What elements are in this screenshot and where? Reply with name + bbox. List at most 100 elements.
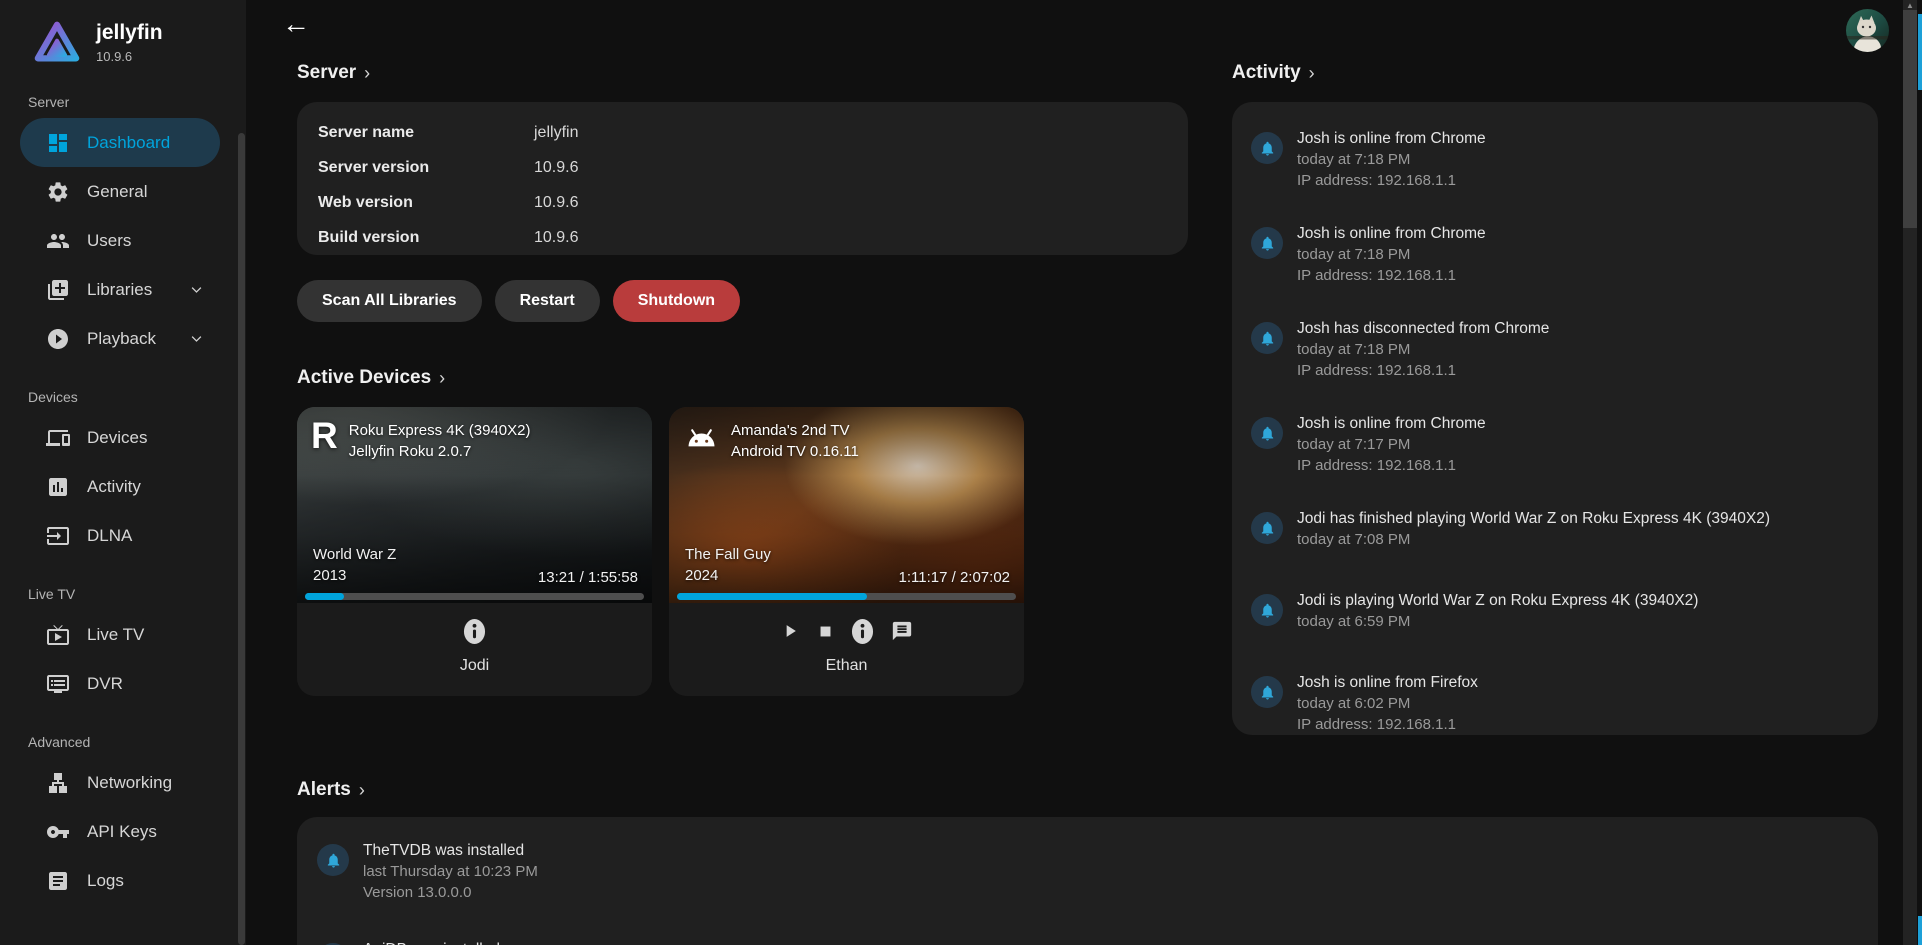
sidebar-item-label: Activity <box>87 477 141 497</box>
activity-ip: IP address: 192.168.1.1 <box>1297 170 1486 191</box>
bell-icon <box>1251 227 1283 259</box>
active-devices-heading[interactable]: Active Devices › <box>297 367 445 389</box>
main-content: ← Server › Server name jellyfin Server v… <box>246 0 1922 945</box>
device-card-footer: Jodi <box>297 603 652 696</box>
playback-time: 13:21 / 1:55:58 <box>538 569 638 586</box>
row-label: Server name <box>318 124 534 142</box>
sidebar-item-label: Libraries <box>87 280 152 300</box>
activity-item: Josh is online from Chrome today at 7:17… <box>1251 413 1878 476</box>
bell-icon <box>1251 512 1283 544</box>
sidebar-item-networking[interactable]: Networking <box>20 758 220 807</box>
sidebar-item-dvr[interactable]: DVR <box>20 659 220 708</box>
chevron-right-icon: › <box>439 368 445 389</box>
play-icon[interactable] <box>780 621 800 641</box>
info-icon[interactable] <box>463 618 486 645</box>
activity-heading[interactable]: Activity › <box>1232 62 1315 84</box>
sidebar-nav: Devices Activity DLNA <box>20 413 220 560</box>
alert-item: TheTVDB was installed last Thursday at 1… <box>317 840 1878 903</box>
now-playing-artwork: R Roku Express 4K (3940X2) Jellyfin Roku… <box>297 407 652 603</box>
sidebar-item-logs[interactable]: Logs <box>20 856 220 905</box>
api-keys-icon <box>46 820 70 844</box>
bell-icon <box>1251 322 1283 354</box>
activity-ip: IP address: 192.168.1.1 <box>1297 455 1486 476</box>
sidebar-item-label: General <box>87 182 147 202</box>
sidebar-item-general[interactable]: General <box>20 167 220 216</box>
sidebar-nav: Live TV DVR <box>20 610 220 708</box>
bell-icon <box>317 844 349 876</box>
activity-ip: IP address: 192.168.1.1 <box>1297 714 1478 735</box>
restart-button[interactable]: Restart <box>495 280 600 322</box>
alerts-heading[interactable]: Alerts › <box>297 779 365 801</box>
row-value: jellyfin <box>534 124 578 142</box>
sidebar-nav: Networking API Keys Logs <box>20 758 220 905</box>
sidebar-item-devices[interactable]: Devices <box>20 413 220 462</box>
arrow-left-icon: ← <box>282 8 310 39</box>
activity-item: Jodi is playing World War Z on Roku Expr… <box>1251 590 1878 632</box>
cat-avatar-image <box>1846 9 1889 52</box>
activity-title: Jodi has finished playing World War Z on… <box>1297 508 1770 529</box>
device-card-footer: Ethan <box>669 603 1024 696</box>
alert-item: AniDB was installed <box>317 939 1878 945</box>
info-icon[interactable] <box>851 618 874 645</box>
device-card-android-tv[interactable]: Amanda's 2nd TV Android TV 0.16.11 The F… <box>669 407 1024 696</box>
chevron-right-icon: › <box>1309 63 1315 84</box>
sidebar-item-api-keys[interactable]: API Keys <box>20 807 220 856</box>
sidebar-nav: Dashboard General Users Libraries Playba… <box>20 118 220 363</box>
activity-time: today at 7:18 PM <box>1297 339 1549 360</box>
sidebar: jellyfin 10.9.6 Server Dashboard General… <box>0 0 246 945</box>
activity-time: today at 7:18 PM <box>1297 244 1486 265</box>
row-value: 10.9.6 <box>534 159 578 177</box>
chevron-right-icon: › <box>359 780 365 801</box>
sidebar-item-label: Dashboard <box>87 133 170 153</box>
heading-label: Activity <box>1232 62 1301 84</box>
stop-icon[interactable] <box>817 623 834 640</box>
message-icon[interactable] <box>891 620 913 642</box>
sidebar-item-dashboard[interactable]: Dashboard <box>20 118 220 167</box>
devices-icon <box>46 426 70 450</box>
app-name: jellyfin <box>96 22 163 44</box>
device-card-roku[interactable]: R Roku Express 4K (3940X2) Jellyfin Roku… <box>297 407 652 696</box>
sidebar-item-users[interactable]: Users <box>20 216 220 265</box>
sidebar-item-live-tv[interactable]: Live TV <box>20 610 220 659</box>
sidebar-item-label: Networking <box>87 773 172 793</box>
bell-icon <box>1251 676 1283 708</box>
scan-all-libraries-button[interactable]: Scan All Libraries <box>297 280 482 322</box>
playback-progress-fill <box>677 593 867 600</box>
device-name: Amanda's 2nd TV <box>731 420 859 441</box>
sidebar-scrollbar-thumb[interactable] <box>238 133 245 945</box>
sidebar-item-playback[interactable]: Playback <box>20 314 220 363</box>
alerts-card: TheTVDB was installed last Thursday at 1… <box>297 817 1878 945</box>
roku-logo-icon: R <box>311 419 338 462</box>
heading-label: Alerts <box>297 779 351 801</box>
playback-progress-bar <box>305 593 644 600</box>
activity-time: today at 7:18 PM <box>1297 149 1486 170</box>
session-user-name: Jodi <box>460 657 489 675</box>
user-avatar[interactable] <box>1846 9 1889 52</box>
activity-time: today at 6:59 PM <box>1297 611 1698 632</box>
dashboard-icon <box>46 131 70 155</box>
activity-title: Jodi is playing World War Z on Roku Expr… <box>1297 590 1698 611</box>
heading-label: Server <box>297 62 356 84</box>
shutdown-button[interactable]: Shutdown <box>613 280 740 322</box>
sidebar-item-activity[interactable]: Activity <box>20 462 220 511</box>
sidebar-item-label: Logs <box>87 871 124 891</box>
server-section-heading[interactable]: Server › <box>297 62 370 84</box>
sidebar-section-server: Server <box>28 94 246 110</box>
scrollbar-up-arrow-icon[interactable]: ▲ <box>1903 1 1917 10</box>
server-info-row: Server name jellyfin <box>297 115 1188 150</box>
media-title: The Fall Guy <box>685 544 771 565</box>
server-info-row: Server version 10.9.6 <box>297 150 1188 185</box>
sidebar-section-live-tv: Live TV <box>28 586 246 602</box>
sidebar-item-libraries[interactable]: Libraries <box>20 265 220 314</box>
row-value: 10.9.6 <box>534 229 578 247</box>
back-button[interactable]: ← <box>282 10 310 38</box>
playback-progress-bar <box>677 593 1016 600</box>
dlna-icon <box>46 524 70 548</box>
sidebar-section-advanced: Advanced <box>28 734 246 750</box>
bell-icon <box>1251 417 1283 449</box>
page-scrollbar-thumb[interactable] <box>1903 10 1917 228</box>
libraries-icon <box>46 278 70 302</box>
sidebar-item-dlna[interactable]: DLNA <box>20 511 220 560</box>
playback-icon <box>46 327 70 351</box>
media-title: World War Z <box>313 544 396 565</box>
